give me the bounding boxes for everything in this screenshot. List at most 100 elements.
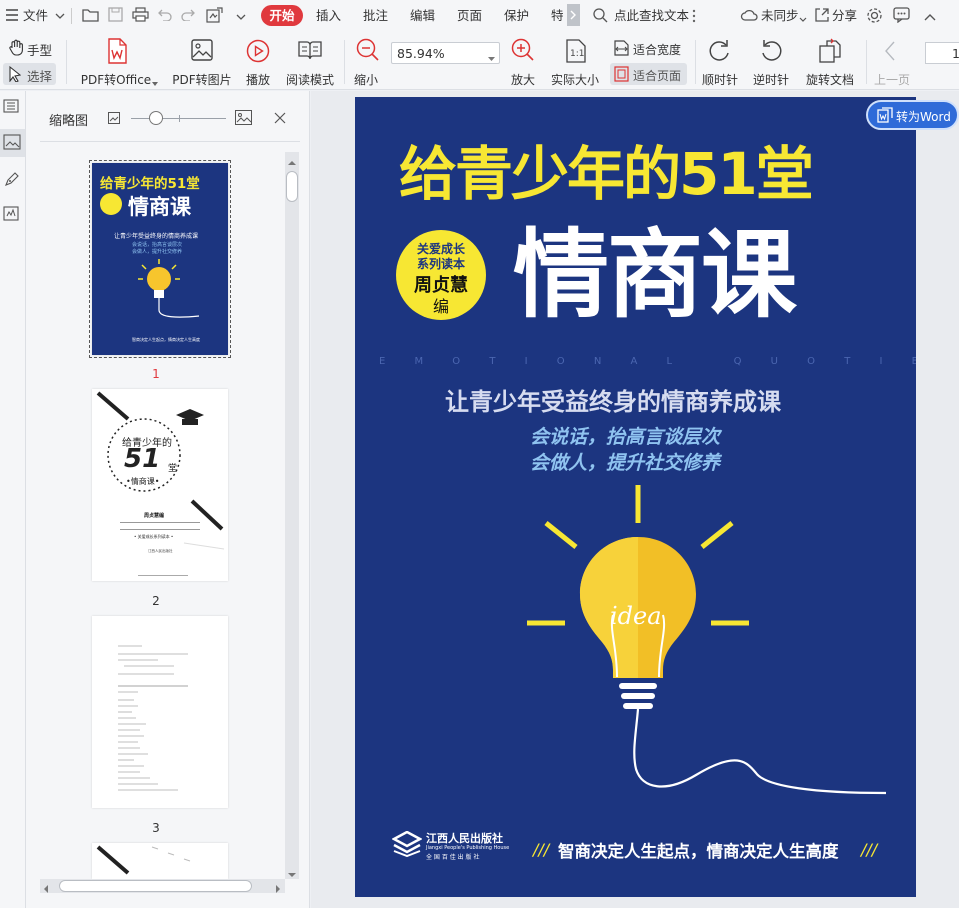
chevron-down-icon[interactable] [799, 12, 807, 26]
zoom-out-button[interactable]: 缩小 [352, 36, 384, 87]
export-icon[interactable] [206, 7, 223, 26]
menu-file[interactable]: 文件 [23, 6, 48, 26]
thumb1-tagline2: 会做人，提升社交修养 [132, 249, 183, 255]
rotate-clockwise-button[interactable]: 顺时针 [700, 36, 740, 87]
divider [344, 40, 345, 84]
large-thumbnail-icon[interactable] [235, 110, 252, 128]
zoom-level-select[interactable]: 85.94% [391, 42, 500, 64]
hand-icon [8, 39, 24, 59]
message-icon[interactable] [893, 7, 910, 26]
select-tool-label: 选择 [27, 69, 53, 84]
rotate-document-button[interactable]: 旋转文档 [802, 36, 858, 87]
tab-edit[interactable]: 编辑 [410, 6, 435, 26]
divider [66, 40, 67, 84]
page-number-value: 1 [952, 46, 959, 61]
thumb2-lines [120, 522, 200, 530]
thumb2-footer-line [138, 575, 188, 576]
sync-status[interactable]: 未同步 [761, 6, 799, 26]
tab-special[interactable]: 特 [551, 6, 564, 26]
cover-title-line2: 情商课 [513, 219, 797, 331]
thumbnail-panel-title: 缩略图 [49, 114, 89, 129]
hamburger-menu-icon[interactable] [5, 8, 19, 22]
rotate-counterclockwise-button[interactable]: 逆时针 [751, 36, 791, 87]
publisher-name-cn: 江西人民出版社 [426, 832, 503, 845]
tab-start[interactable]: 开始 [261, 5, 303, 26]
tab-insert[interactable]: 插入 [316, 6, 341, 26]
more-chevron-icon[interactable] [236, 11, 246, 25]
tab-protect[interactable]: 保护 [504, 6, 529, 26]
thumb1-title: 给青少年的51堂 [100, 176, 200, 192]
convert-to-word-button[interactable]: 转为Word [866, 100, 959, 130]
gear-icon[interactable] [866, 7, 883, 27]
thumbnail-page-1[interactable]: 给青少年的51堂 情商课 让青少年受益终身的情商养成课 会说话，抬高言谈层次 会… [92, 163, 228, 355]
zoom-out-label: 缩小 [354, 73, 379, 87]
signature-icon[interactable] [3, 205, 20, 224]
thumbnail-vertical-scrollbar[interactable] [285, 152, 299, 879]
undo-icon[interactable] [158, 8, 172, 24]
divider [695, 40, 696, 84]
play-button[interactable]: 播放 [242, 36, 274, 87]
close-icon[interactable] [274, 112, 286, 127]
thumbnail-1-number: 1 [152, 367, 160, 381]
divider [866, 40, 867, 84]
open-folder-icon[interactable] [82, 7, 99, 25]
more-options-icon[interactable] [692, 9, 696, 26]
pdf-to-office-button[interactable]: PDF转Office [76, 36, 158, 87]
chevron-down-icon[interactable] [488, 51, 495, 65]
convert-to-word-label: 转为Word [896, 110, 951, 124]
slider-handle[interactable] [149, 111, 163, 125]
play-icon [246, 39, 270, 66]
select-tool-button[interactable]: 选择 [3, 63, 56, 85]
collapse-ribbon-icon[interactable] [924, 10, 936, 24]
rotate-ccw-icon [759, 39, 783, 66]
tab-scroll-right-icon[interactable] [567, 4, 580, 26]
hand-tool-button[interactable]: 手型 [6, 38, 56, 58]
search-text-input[interactable]: 点此查找文本 [614, 6, 689, 26]
book-icon [298, 40, 322, 63]
cover-subtitle: 让青少年受益终身的情商养成课 [445, 388, 781, 416]
scroll-thumb[interactable] [59, 880, 252, 892]
chevron-down-icon[interactable] [55, 10, 65, 24]
save-icon[interactable] [108, 7, 123, 25]
redo-icon[interactable] [181, 8, 195, 24]
hand-tool-label: 手型 [27, 43, 53, 58]
scroll-down-icon[interactable] [288, 867, 296, 881]
scroll-right-icon[interactable] [275, 882, 281, 896]
thumbnail-page-4[interactable] [92, 843, 228, 879]
zoom-in-button[interactable]: 放大 [507, 36, 539, 87]
thumbnail-horizontal-scrollbar[interactable] [40, 879, 285, 893]
search-icon[interactable] [593, 8, 608, 26]
thumb2-series: • 关爱成长系列读本 • [134, 534, 174, 539]
badge-line2: 系列读本 [416, 257, 465, 271]
read-mode-button[interactable]: 阅读模式 [284, 36, 336, 87]
prev-page-label: 上一页 [873, 73, 910, 87]
page-number-input[interactable]: 1 [925, 42, 959, 64]
zoom-level-value: 85.94% [397, 46, 445, 61]
thumb2-title2: •情商课• [126, 477, 160, 486]
thumb2-number: 51 [124, 444, 161, 474]
thumbnail-panel-icon[interactable] [0, 129, 25, 157]
annotation-icon[interactable] [4, 171, 20, 190]
scroll-left-icon[interactable] [43, 882, 49, 896]
pdf-to-image-button[interactable]: PDF转图片 [170, 36, 234, 87]
scroll-thumb[interactable] [286, 171, 298, 202]
outline-icon[interactable] [3, 99, 19, 116]
zoom-in-label: 放大 [510, 73, 535, 87]
fit-page-button[interactable]: 适合页面 [610, 63, 687, 85]
thumb1-bulb [138, 259, 200, 318]
tab-annotate[interactable]: 批注 [363, 6, 388, 26]
tab-page[interactable]: 页面 [457, 6, 482, 26]
prev-page-button[interactable]: 上一页 [872, 36, 912, 87]
share-icon[interactable] [814, 7, 829, 25]
cloud-sync-icon[interactable] [740, 8, 758, 25]
slider-tick [179, 115, 180, 122]
small-thumbnail-icon[interactable] [108, 112, 120, 127]
thumbnail-page-3[interactable] [92, 616, 228, 808]
scroll-up-icon[interactable] [288, 155, 296, 169]
actual-size-button[interactable]: 1:1 实际大小 [548, 36, 602, 87]
share-button[interactable]: 分享 [832, 6, 857, 26]
thumbnail-page-2[interactable]: 给青少年的 51 堂 •情商课• 周贞慧编 • 关爱成长系列读本 • 江西人民出… [92, 389, 228, 581]
fit-width-button[interactable]: 适合宽度 [611, 38, 687, 60]
print-icon[interactable] [132, 7, 149, 25]
thumb1-title2: 情商课 [128, 195, 191, 219]
